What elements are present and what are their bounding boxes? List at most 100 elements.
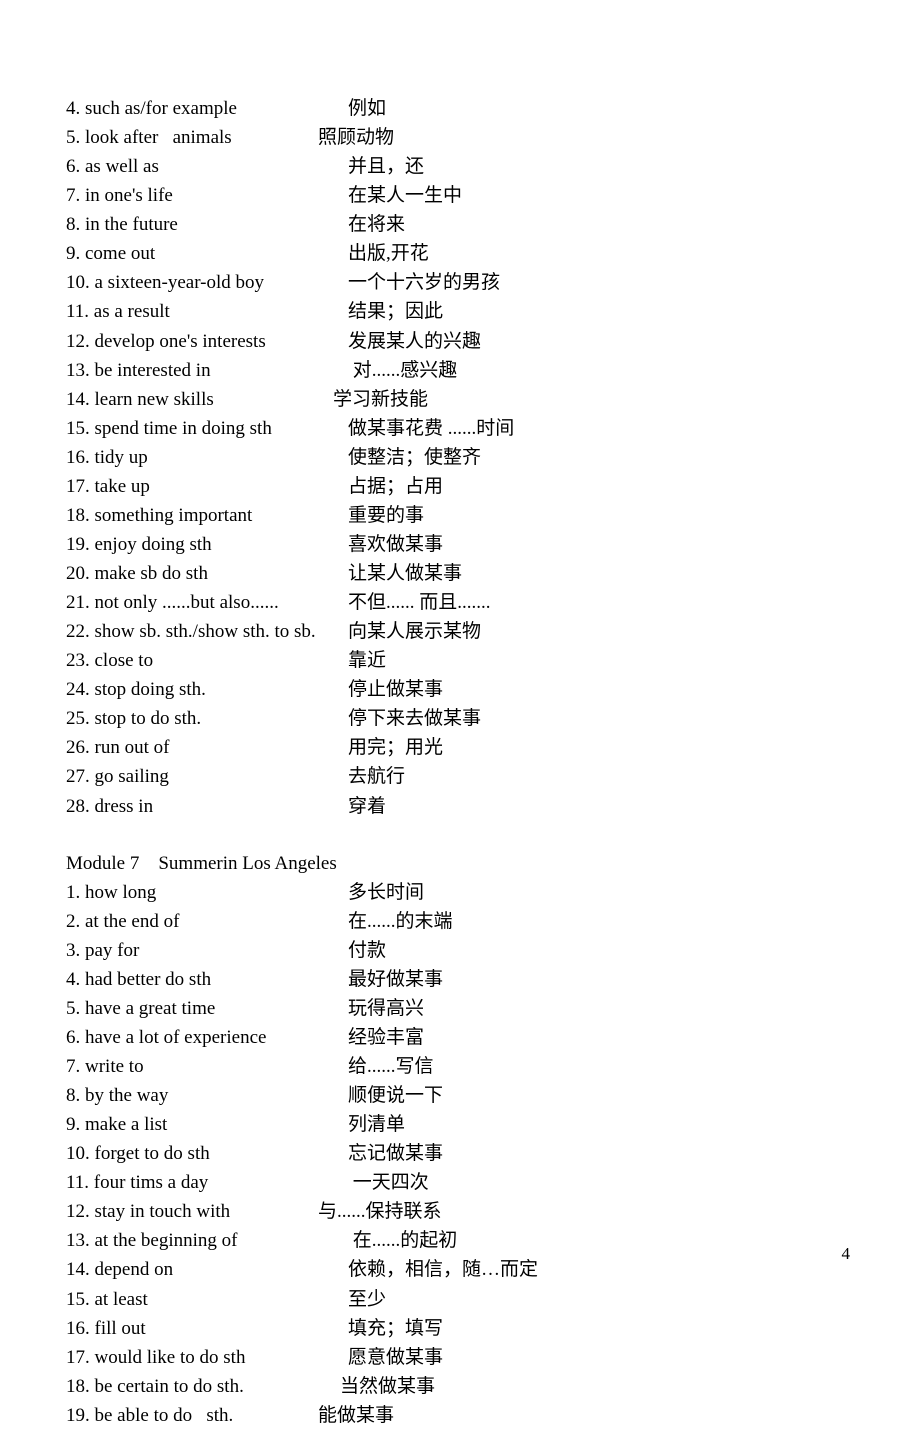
- english-phrase: 18. be certain to do sth.: [66, 1372, 348, 1401]
- chinese-translation: 填充；填写: [348, 1314, 854, 1343]
- english-phrase: 13. at the beginning of: [66, 1226, 348, 1255]
- vocab-row: 7. in one's life在某人一生中: [66, 181, 854, 210]
- chinese-translation: 出版,开花: [348, 239, 854, 268]
- vocab-row: 22. show sb. sth./show sth. to sb.向某人展示某…: [66, 617, 854, 646]
- chinese-translation: 靠近: [348, 646, 854, 675]
- vocab-row: 16. tidy up使整洁；使整齐: [66, 443, 854, 472]
- vocab-row: 15. spend time in doing sth做某事花费 ......时…: [66, 414, 854, 443]
- vocab-row: 26. run out of用完；用光: [66, 733, 854, 762]
- english-phrase: 17. take up: [66, 472, 348, 501]
- vocab-row: 5. have a great time玩得高兴: [66, 994, 854, 1023]
- vocab-row: 11. as a result结果；因此: [66, 297, 854, 326]
- chinese-translation: 能做某事: [318, 1401, 854, 1430]
- chinese-translation: 去航行: [348, 762, 854, 791]
- chinese-translation: 照顾动物: [318, 123, 854, 152]
- chinese-translation: 用完；用光: [348, 733, 854, 762]
- english-phrase: 28. dress in: [66, 792, 348, 821]
- vocab-row: 21. not only ......but also......不但.....…: [66, 588, 854, 617]
- english-phrase: 25. stop to do sth.: [66, 704, 348, 733]
- vocab-row: 8. in the future在将来: [66, 210, 854, 239]
- chinese-translation: 顺便说一下: [348, 1081, 854, 1110]
- vocab-row: 2. at the end of在......的末端: [66, 907, 854, 936]
- english-phrase: 4. such as/for example: [66, 94, 348, 123]
- english-phrase: 5. have a great time: [66, 994, 348, 1023]
- section2-list: 1. how long多长时间2. at the end of在......的末…: [66, 878, 854, 1430]
- english-phrase: 27. go sailing: [66, 762, 348, 791]
- vocab-row: 4. such as/for example例如: [66, 94, 854, 123]
- english-phrase: 22. show sb. sth./show sth. to sb.: [66, 617, 348, 646]
- english-phrase: 12. develop one's interests: [66, 327, 348, 356]
- vocab-row: 19. be able to do sth.能做某事: [66, 1401, 854, 1430]
- chinese-translation: 在......的末端: [348, 907, 854, 936]
- english-phrase: 13. be interested in: [66, 356, 348, 385]
- english-phrase: 14. learn new skills: [66, 385, 348, 414]
- chinese-translation: 忘记做某事: [348, 1139, 854, 1168]
- english-phrase: 16. fill out: [66, 1314, 348, 1343]
- english-phrase: 8. in the future: [66, 210, 348, 239]
- vocab-row: 12. develop one's interests发展某人的兴趣: [66, 327, 854, 356]
- chinese-translation: 依赖，相信，随…而定: [348, 1255, 854, 1284]
- english-phrase: 6. have a lot of experience: [66, 1023, 348, 1052]
- chinese-translation: 付款: [348, 936, 854, 965]
- chinese-translation: 结果；因此: [348, 297, 854, 326]
- module7-header: Module 7 Summerin Los Angeles: [66, 849, 854, 878]
- english-phrase: 6. as well as: [66, 152, 348, 181]
- english-phrase: 11. four tims a day: [66, 1168, 348, 1197]
- english-phrase: 3. pay for: [66, 936, 348, 965]
- chinese-translation: 向某人展示某物: [348, 617, 854, 646]
- vocab-row: 18. be certain to do sth.当然做某事: [66, 1372, 854, 1401]
- english-phrase: 19. enjoy doing sth: [66, 530, 348, 559]
- chinese-translation: 一天四次: [348, 1168, 854, 1197]
- vocab-row: 19. enjoy doing sth喜欢做某事: [66, 530, 854, 559]
- english-phrase: 18. something important: [66, 501, 348, 530]
- english-phrase: 14. depend on: [66, 1255, 348, 1284]
- english-phrase: 15. at least: [66, 1285, 348, 1314]
- english-phrase: 10. forget to do sth: [66, 1139, 348, 1168]
- english-phrase: 19. be able to do sth.: [66, 1401, 348, 1430]
- english-phrase: 16. tidy up: [66, 443, 348, 472]
- chinese-translation: 让某人做某事: [348, 559, 854, 588]
- vocab-row: 25. stop to do sth.停下来去做某事: [66, 704, 854, 733]
- english-phrase: 26. run out of: [66, 733, 348, 762]
- chinese-translation: 停下来去做某事: [348, 704, 854, 733]
- english-phrase: 5. look after animals: [66, 123, 348, 152]
- vocab-row: 5. look after animals照顾动物: [66, 123, 854, 152]
- chinese-translation: 喜欢做某事: [348, 530, 854, 559]
- chinese-translation: 当然做某事: [340, 1372, 854, 1401]
- chinese-translation: 在......的起初: [348, 1226, 854, 1255]
- vocab-row: 8. by the way顺便说一下: [66, 1081, 854, 1110]
- vocab-row: 10. forget to do sth忘记做某事: [66, 1139, 854, 1168]
- section1-list: 4. such as/for example例如5. look after an…: [66, 94, 854, 821]
- chinese-translation: 学习新技能: [333, 385, 854, 414]
- chinese-translation: 经验丰富: [348, 1023, 854, 1052]
- english-phrase: 20. make sb do sth: [66, 559, 348, 588]
- vocab-row: 13. at the beginning of 在......的起初: [66, 1226, 854, 1255]
- vocab-row: 1. how long多长时间: [66, 878, 854, 907]
- english-phrase: 10. a sixteen-year-old boy: [66, 268, 348, 297]
- vocab-row: 14. learn new skills学习新技能: [66, 385, 854, 414]
- vocab-row: 23. close to靠近: [66, 646, 854, 675]
- chinese-translation: 给......写信: [348, 1052, 854, 1081]
- chinese-translation: 发展某人的兴趣: [348, 327, 854, 356]
- vocab-row: 11. four tims a day 一天四次: [66, 1168, 854, 1197]
- english-phrase: 15. spend time in doing sth: [66, 414, 348, 443]
- chinese-translation: 做某事花费 ......时间: [348, 414, 854, 443]
- vocab-row: 20. make sb do sth让某人做某事: [66, 559, 854, 588]
- vocab-row: 17. take up占据；占用: [66, 472, 854, 501]
- chinese-translation: 多长时间: [348, 878, 854, 907]
- document-content: 4. such as/for example例如5. look after an…: [66, 94, 854, 1430]
- vocab-row: 13. be interested in 对......感兴趣: [66, 356, 854, 385]
- vocab-row: 9. come out出版,开花: [66, 239, 854, 268]
- chinese-translation: 一个十六岁的男孩: [348, 268, 854, 297]
- vocab-row: 28. dress in穿着: [66, 792, 854, 821]
- vocab-row: 24. stop doing sth.停止做某事: [66, 675, 854, 704]
- chinese-translation: 不但...... 而且.......: [348, 588, 854, 617]
- vocab-row: 6. have a lot of experience经验丰富: [66, 1023, 854, 1052]
- chinese-translation: 重要的事: [348, 501, 854, 530]
- chinese-translation: 对......感兴趣: [348, 356, 854, 385]
- vocab-row: 7. write to给......写信: [66, 1052, 854, 1081]
- vocab-row: 3. pay for付款: [66, 936, 854, 965]
- chinese-translation: 在将来: [348, 210, 854, 239]
- english-phrase: 12. stay in touch with: [66, 1197, 348, 1226]
- vocab-row: 10. a sixteen-year-old boy一个十六岁的男孩: [66, 268, 854, 297]
